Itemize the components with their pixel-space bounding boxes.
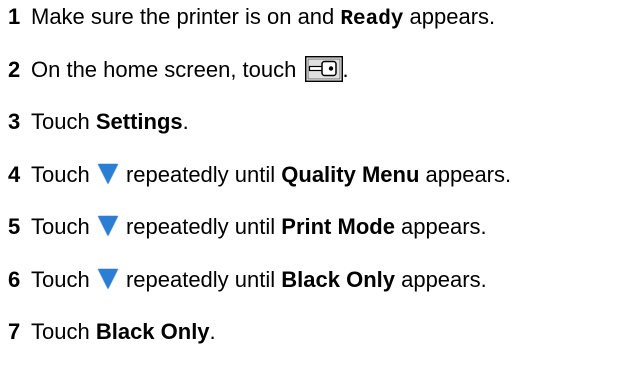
step-text-mid: repeatedly until	[119, 214, 282, 239]
ready-status-text: Ready	[340, 8, 404, 31]
step-6: 6 Touch repeatedly until Black Only appea…	[8, 263, 628, 316]
settings-key-icon	[304, 55, 343, 82]
step-number: 7	[8, 319, 21, 344]
step-2: 2 On the home screen, touch .	[8, 53, 628, 106]
step-number: 6	[8, 266, 21, 292]
step-text: Touch	[31, 214, 96, 239]
down-arrow-icon	[97, 268, 118, 289]
step-1: 1 Make sure the printer is on and Ready a…	[8, 0, 628, 53]
step-text-end: appears.	[403, 4, 496, 29]
step-text-mid: repeatedly until	[119, 266, 282, 292]
step-text-end: appears.	[419, 161, 512, 187]
down-arrow-icon	[97, 163, 118, 184]
step-text: Make sure the printer is on and	[31, 4, 341, 29]
step-text-mid: repeatedly until	[119, 161, 282, 187]
step-number: 3	[8, 109, 21, 134]
step-number: 1	[8, 4, 21, 29]
step-4: 4 Touch repeatedly until Quality Menu app…	[8, 158, 628, 211]
down-arrow-icon	[97, 216, 118, 236]
step-text: On the home screen, touch	[31, 56, 303, 82]
print-mode-label: Print Mode	[281, 214, 395, 239]
step-7: 7 Touch Black Only.	[8, 315, 628, 368]
step-text: Touch	[31, 319, 96, 344]
quality-menu-label: Quality Menu	[281, 161, 420, 187]
step-5: 5 Touch repeatedly until Print Mode appea…	[8, 210, 628, 263]
step-3: 3 Touch Settings.	[8, 105, 628, 158]
black-only-label: Black Only	[281, 266, 395, 292]
step-text: Touch	[31, 161, 96, 187]
step-text-end: appears.	[394, 214, 487, 239]
step-text-end: .	[182, 109, 189, 134]
settings-label: Settings	[95, 109, 183, 134]
step-number: 2	[8, 56, 21, 82]
step-text-end: appears.	[394, 266, 487, 292]
step-number: 4	[8, 161, 21, 187]
step-text: Touch	[31, 109, 96, 134]
step-number: 5	[8, 214, 21, 239]
step-text: Touch	[31, 266, 96, 292]
step-text-end: .	[209, 319, 216, 344]
step-text-end: .	[342, 56, 349, 82]
black-only-label: Black Only	[95, 319, 210, 344]
instruction-steps: 1 Make sure the printer is on and Ready a…	[8, 0, 628, 368]
